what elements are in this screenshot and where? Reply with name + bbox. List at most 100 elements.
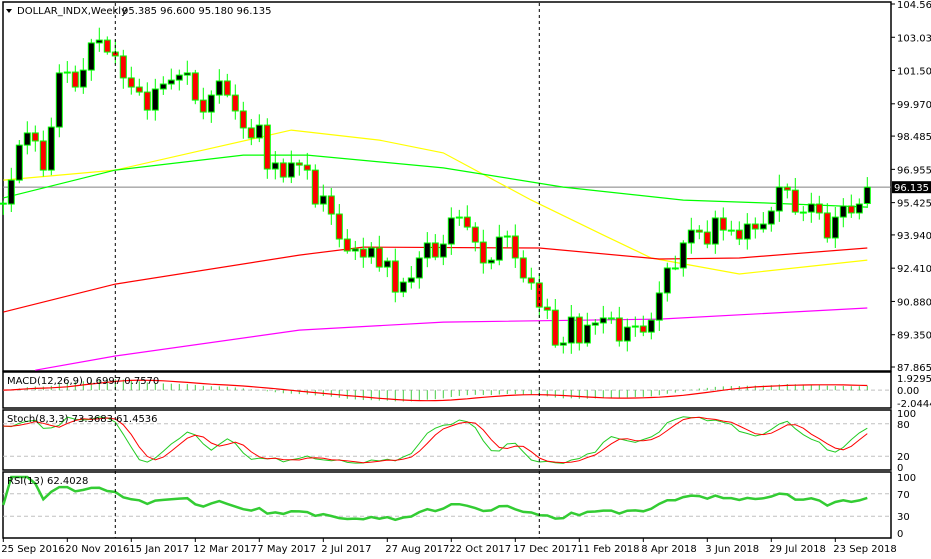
bull-candle-body (15, 144, 23, 181)
bear-candle-body (0, 202, 7, 205)
bull-candle-body (183, 72, 191, 76)
time-axis-label: 20 Nov 2016 (65, 544, 129, 555)
bull-candle-body (623, 326, 631, 342)
bull-candle-body (775, 186, 783, 212)
time-axis-label: 29 Jul 2018 (769, 544, 826, 555)
rsi-label: RSI(13) 62.4028 (7, 476, 88, 487)
bull-candle-body (503, 235, 511, 238)
bull-candle-body (23, 132, 31, 146)
bull-candle-body (87, 42, 95, 71)
bull-candle-body (567, 316, 575, 344)
bear-candle-body (615, 317, 623, 342)
bull-candle-body (55, 72, 63, 128)
bear-candle-body (719, 217, 727, 231)
bear-candle-body (735, 229, 743, 240)
bear-candle-body (295, 162, 303, 166)
bear-candle-body (279, 162, 287, 178)
bull-candle-body (647, 319, 655, 333)
bear-candle-body (247, 127, 255, 139)
bull-candle-body (687, 229, 695, 244)
price-axis-label: 92.410 (897, 264, 931, 275)
bull-candle-body (831, 216, 839, 239)
macd-axis-label: 1.9295 (897, 374, 931, 385)
bear-candle-body (335, 213, 343, 240)
bull-candle-body (679, 242, 687, 269)
bear-candle-body (815, 203, 823, 214)
bear-candle-body (327, 195, 335, 215)
bear-candle-body (463, 216, 471, 228)
stoch-axis-label: 100 (897, 409, 916, 420)
bear-candle-body (143, 91, 151, 111)
bull-candle-body (855, 203, 863, 214)
bull-candle-body (655, 292, 663, 321)
bear-candle-body (471, 226, 479, 243)
bear-candle-body (127, 77, 135, 88)
bear-candle-body (135, 86, 143, 93)
bear-candle-body (119, 55, 127, 79)
bull-candle-body (807, 203, 815, 213)
bull-candle-body (439, 243, 447, 258)
rsi-axis-label: 70 (897, 490, 910, 501)
bull-candle-body (711, 217, 719, 245)
bear-candle-body (103, 39, 111, 53)
time-axis-label: 23 Sep 2018 (833, 544, 896, 555)
bull-candle-body (383, 260, 391, 268)
bull-candle-body (767, 210, 775, 225)
time-axis-label: 27 Aug 2017 (385, 544, 449, 555)
bull-candle-body (799, 211, 807, 214)
bear-candle-body (239, 110, 247, 129)
price-axis-label: 104.560 (897, 0, 931, 11)
bull-candle-body (447, 217, 455, 245)
candle[interactable] (55, 64, 63, 138)
rsi-axis-label: 100 (897, 473, 916, 484)
bear-candle-body (751, 223, 759, 230)
price-axis-label: 90.880 (897, 297, 931, 308)
bear-candle-body (263, 124, 271, 170)
bear-candle-body (519, 257, 527, 279)
bear-candle-body (511, 235, 519, 259)
bull-candle-body (759, 223, 767, 230)
bear-candle-body (199, 99, 207, 113)
time-axis-label: 22 Oct 2017 (449, 544, 511, 555)
bull-candle-body (399, 281, 407, 293)
bull-candle-body (671, 267, 679, 270)
bull-candle-body (351, 248, 359, 252)
bull-candle-body (727, 229, 735, 232)
candle[interactable] (311, 164, 319, 208)
bull-candle-body (423, 242, 431, 259)
bear-candle-body (551, 309, 559, 346)
price-axis-label: 96.955 (897, 165, 931, 176)
bull-candle-body (95, 39, 103, 44)
time-axis-label: 12 Mar 2017 (193, 544, 256, 555)
bull-candle-body (663, 267, 671, 294)
candle[interactable] (191, 69, 199, 105)
price-axis-label: 89.350 (897, 331, 931, 342)
bull-candle-body (287, 162, 295, 178)
bear-candle-body (543, 306, 551, 311)
stoch-axis-label: 80 (897, 420, 910, 431)
bull-candle-body (495, 236, 503, 261)
bull-candle-body (215, 80, 223, 96)
trading-chart[interactable]: 104.560 103.030 101.500 99.970 98.485 96.955 9… (0, 0, 931, 559)
bull-candle-body (415, 257, 423, 279)
bull-candle-body (63, 71, 71, 74)
symbol-timeframe: DOLLAR_INDX,Weekly (17, 6, 127, 17)
candle[interactable] (15, 140, 23, 184)
price-axis-label: 99.970 (897, 100, 931, 111)
bull-candle-body (151, 88, 159, 111)
time-axis-label: 15 Jan 2017 (129, 544, 189, 555)
bear-candle-body (311, 169, 319, 205)
time-axis-label: 3 Jun 2018 (705, 544, 759, 555)
bull-candle-body (743, 223, 751, 240)
bear-candle-body (431, 242, 439, 258)
rsi-axis-label: 0 (897, 529, 903, 540)
rsi-axis-label: 30 (897, 512, 910, 523)
bull-candle-body (207, 94, 215, 113)
bear-candle-body (343, 238, 351, 252)
macd-label: MACD(12,26,9) 0.6997 0.7570 (7, 376, 159, 387)
bear-candle-body (39, 140, 47, 171)
bear-candle-body (71, 71, 79, 88)
time-axis-label: 17 Dec 2017 (513, 544, 577, 555)
time-axis-label: 8 Apr 2018 (641, 544, 696, 555)
bear-candle-body (479, 241, 487, 264)
